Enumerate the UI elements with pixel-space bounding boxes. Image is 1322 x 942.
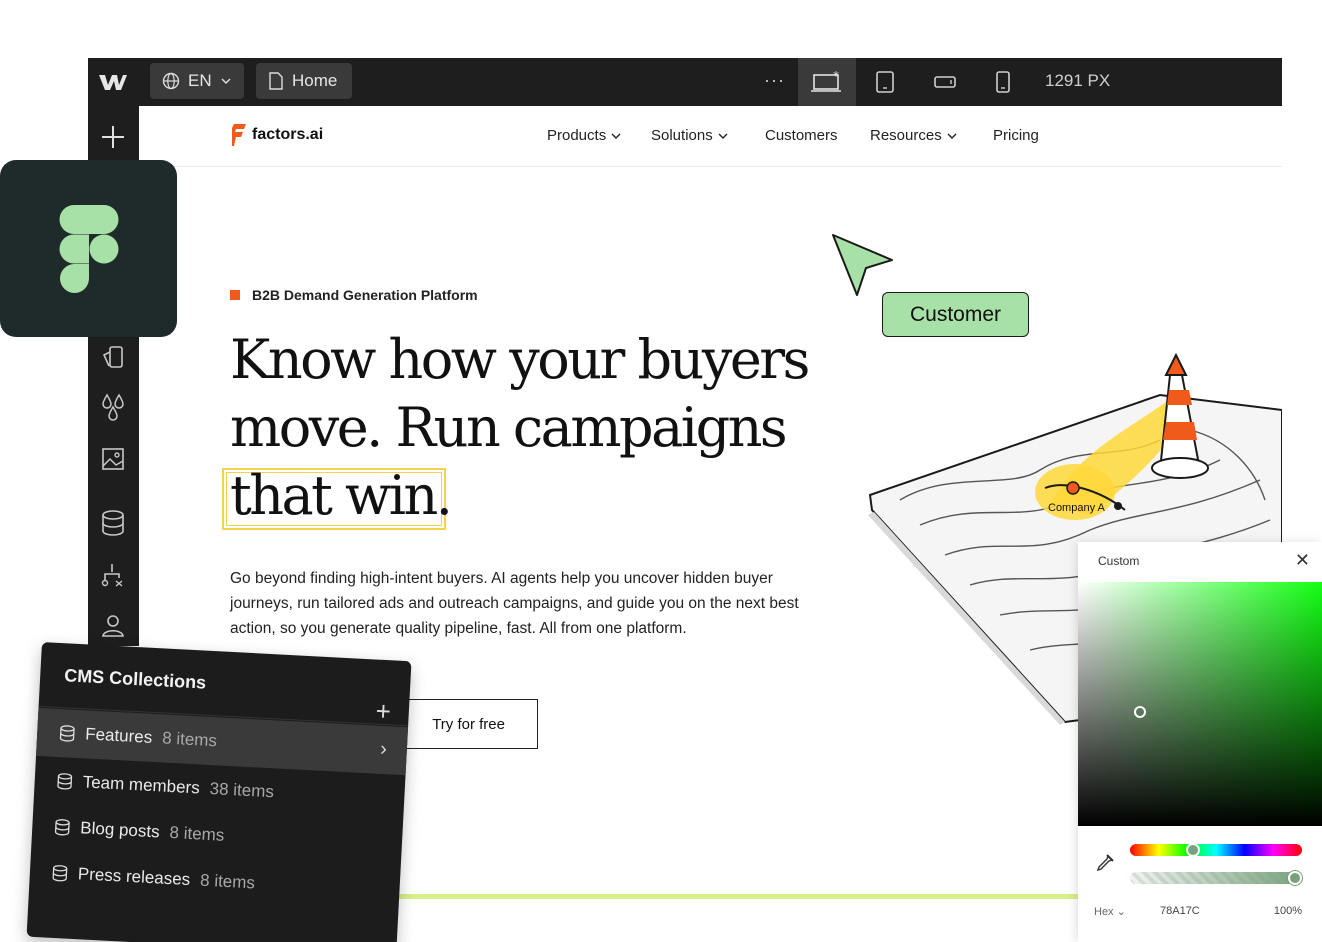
cms-button[interactable] [98,508,128,538]
nav-item-label: Customers [765,127,838,144]
nav-item-label: Pricing [993,127,1039,144]
nav-item-resources[interactable]: Resources [870,127,957,144]
page-icon [269,72,283,90]
factors-logo-icon [232,124,246,146]
tablet-breakpoint-button[interactable] [856,58,914,106]
picker-title: Custom [1098,554,1140,568]
add-collection-button[interactable]: + [375,696,392,727]
collection-count: 8 items [169,822,225,845]
opacity-input[interactable]: 100% [1274,905,1302,917]
hero-eyebrow: B2B Demand Generation Platform [230,287,478,303]
mobile-landscape-breakpoint-button[interactable] [916,58,974,106]
language-label: EN [188,71,212,90]
eyebrow-text: B2B Demand Generation Platform [252,287,478,303]
color-mode-select[interactable]: Hex ⌄ [1094,905,1126,918]
desktop-star-icon: * [811,70,841,92]
nav-item-label: Resources [870,127,942,144]
opacity-slider[interactable] [1130,871,1302,885]
swatch-book-icon [102,346,123,368]
drops-icon [102,393,124,421]
hex-input[interactable]: 78A17C [1160,905,1200,917]
webflow-logo-icon[interactable] [98,70,128,94]
hue-handle[interactable] [1186,843,1200,857]
tablet-icon [876,71,894,93]
chevron-down-icon [718,133,728,139]
headline-line: move. Run campaigns [230,396,788,459]
nav-item-label: Products [547,127,607,144]
saturation-field[interactable] [1078,582,1322,826]
nav-item-label: Solutions [651,127,713,144]
brand-name: factors.ai [252,126,324,143]
mobile-landscape-icon [934,76,956,88]
language-selector[interactable]: EN [150,63,244,99]
page-selector[interactable]: Home [256,63,352,99]
hue-slider[interactable] [1130,843,1302,857]
eyebrow-square-icon [230,290,240,300]
headline-line: that win. [230,464,453,527]
site-navbar: factors.ai Products Solutions Customers … [139,106,1282,167]
database-icon [59,725,75,742]
collection-count: 8 items [199,870,256,893]
canvas-width-readout: 1291 PX [1045,71,1111,90]
collection-name: Blog posts [79,818,161,842]
globe-icon [162,72,180,90]
nav-item-solutions[interactable]: Solutions [651,127,728,144]
hero-description: Go beyond finding high-intent buyers. AI… [230,570,799,637]
chevron-right-icon: › [379,737,388,761]
customer-tag: Customer [882,292,1029,337]
cms-title: CMS Collections [63,665,207,693]
collection-name: Team members [82,772,201,798]
eyedropper-icon[interactable] [1096,854,1114,872]
color-picker-panel: Custom ✕ Hex ⌄ 78A17C 100% [1078,542,1322,942]
color-mode-label: Hex [1094,906,1114,918]
collection-count: 8 items [161,728,218,751]
assets-button[interactable] [98,342,128,372]
logic-button[interactable] [98,560,128,590]
chevron-down-icon [947,133,957,139]
chevron-down-icon [221,78,231,85]
database-icon [102,510,124,536]
users-button[interactable] [98,610,128,640]
page-label: Home [292,71,338,90]
collection-count: 38 items [209,778,275,802]
mobile-portrait-breakpoint-button[interactable] [974,58,1032,106]
nav-item-products[interactable]: Products [547,127,621,144]
collection-name: Features [84,724,153,747]
nav-item-customers[interactable]: Customers [765,127,838,144]
more-options-button[interactable]: ··· [764,70,785,91]
pointer-cursor-icon [832,234,893,296]
saturation-handle[interactable] [1134,706,1146,718]
editor-toolbar: EN Home ··· * 1291 PX [88,58,1282,106]
media-button[interactable] [98,444,128,474]
figma-logo-icon [59,204,118,293]
opacity-handle[interactable] [1288,871,1302,885]
nav-item-pricing[interactable]: Pricing [993,127,1039,144]
cms-collections-panel: CMS Collections + Features 8 items › Tea… [26,642,412,942]
database-icon [57,773,73,790]
map-label: Company A [1048,502,1106,514]
chevron-down-icon [611,133,621,139]
desktop-breakpoint-button[interactable]: * [798,58,856,106]
close-icon[interactable]: ✕ [1295,551,1310,569]
svg-text:*: * [833,70,839,83]
add-element-button[interactable] [98,122,128,152]
figma-badge [0,160,177,337]
mobile-portrait-icon [996,71,1010,93]
flow-branch-icon [101,564,123,587]
database-icon [52,865,68,882]
plus-icon [102,126,124,148]
accent-underline [392,894,1082,899]
variables-button[interactable] [98,392,128,422]
hero-headline: Know how your buyers move. Run campaigns… [230,326,830,530]
database-icon [54,819,70,836]
user-icon [102,615,124,637]
collection-name: Press releases [77,864,191,890]
headline-line: Know how your buyers [230,328,810,391]
site-brand[interactable]: factors.ai [232,124,323,146]
try-for-free-button[interactable]: Try for free [397,699,538,749]
image-icon [102,448,124,470]
